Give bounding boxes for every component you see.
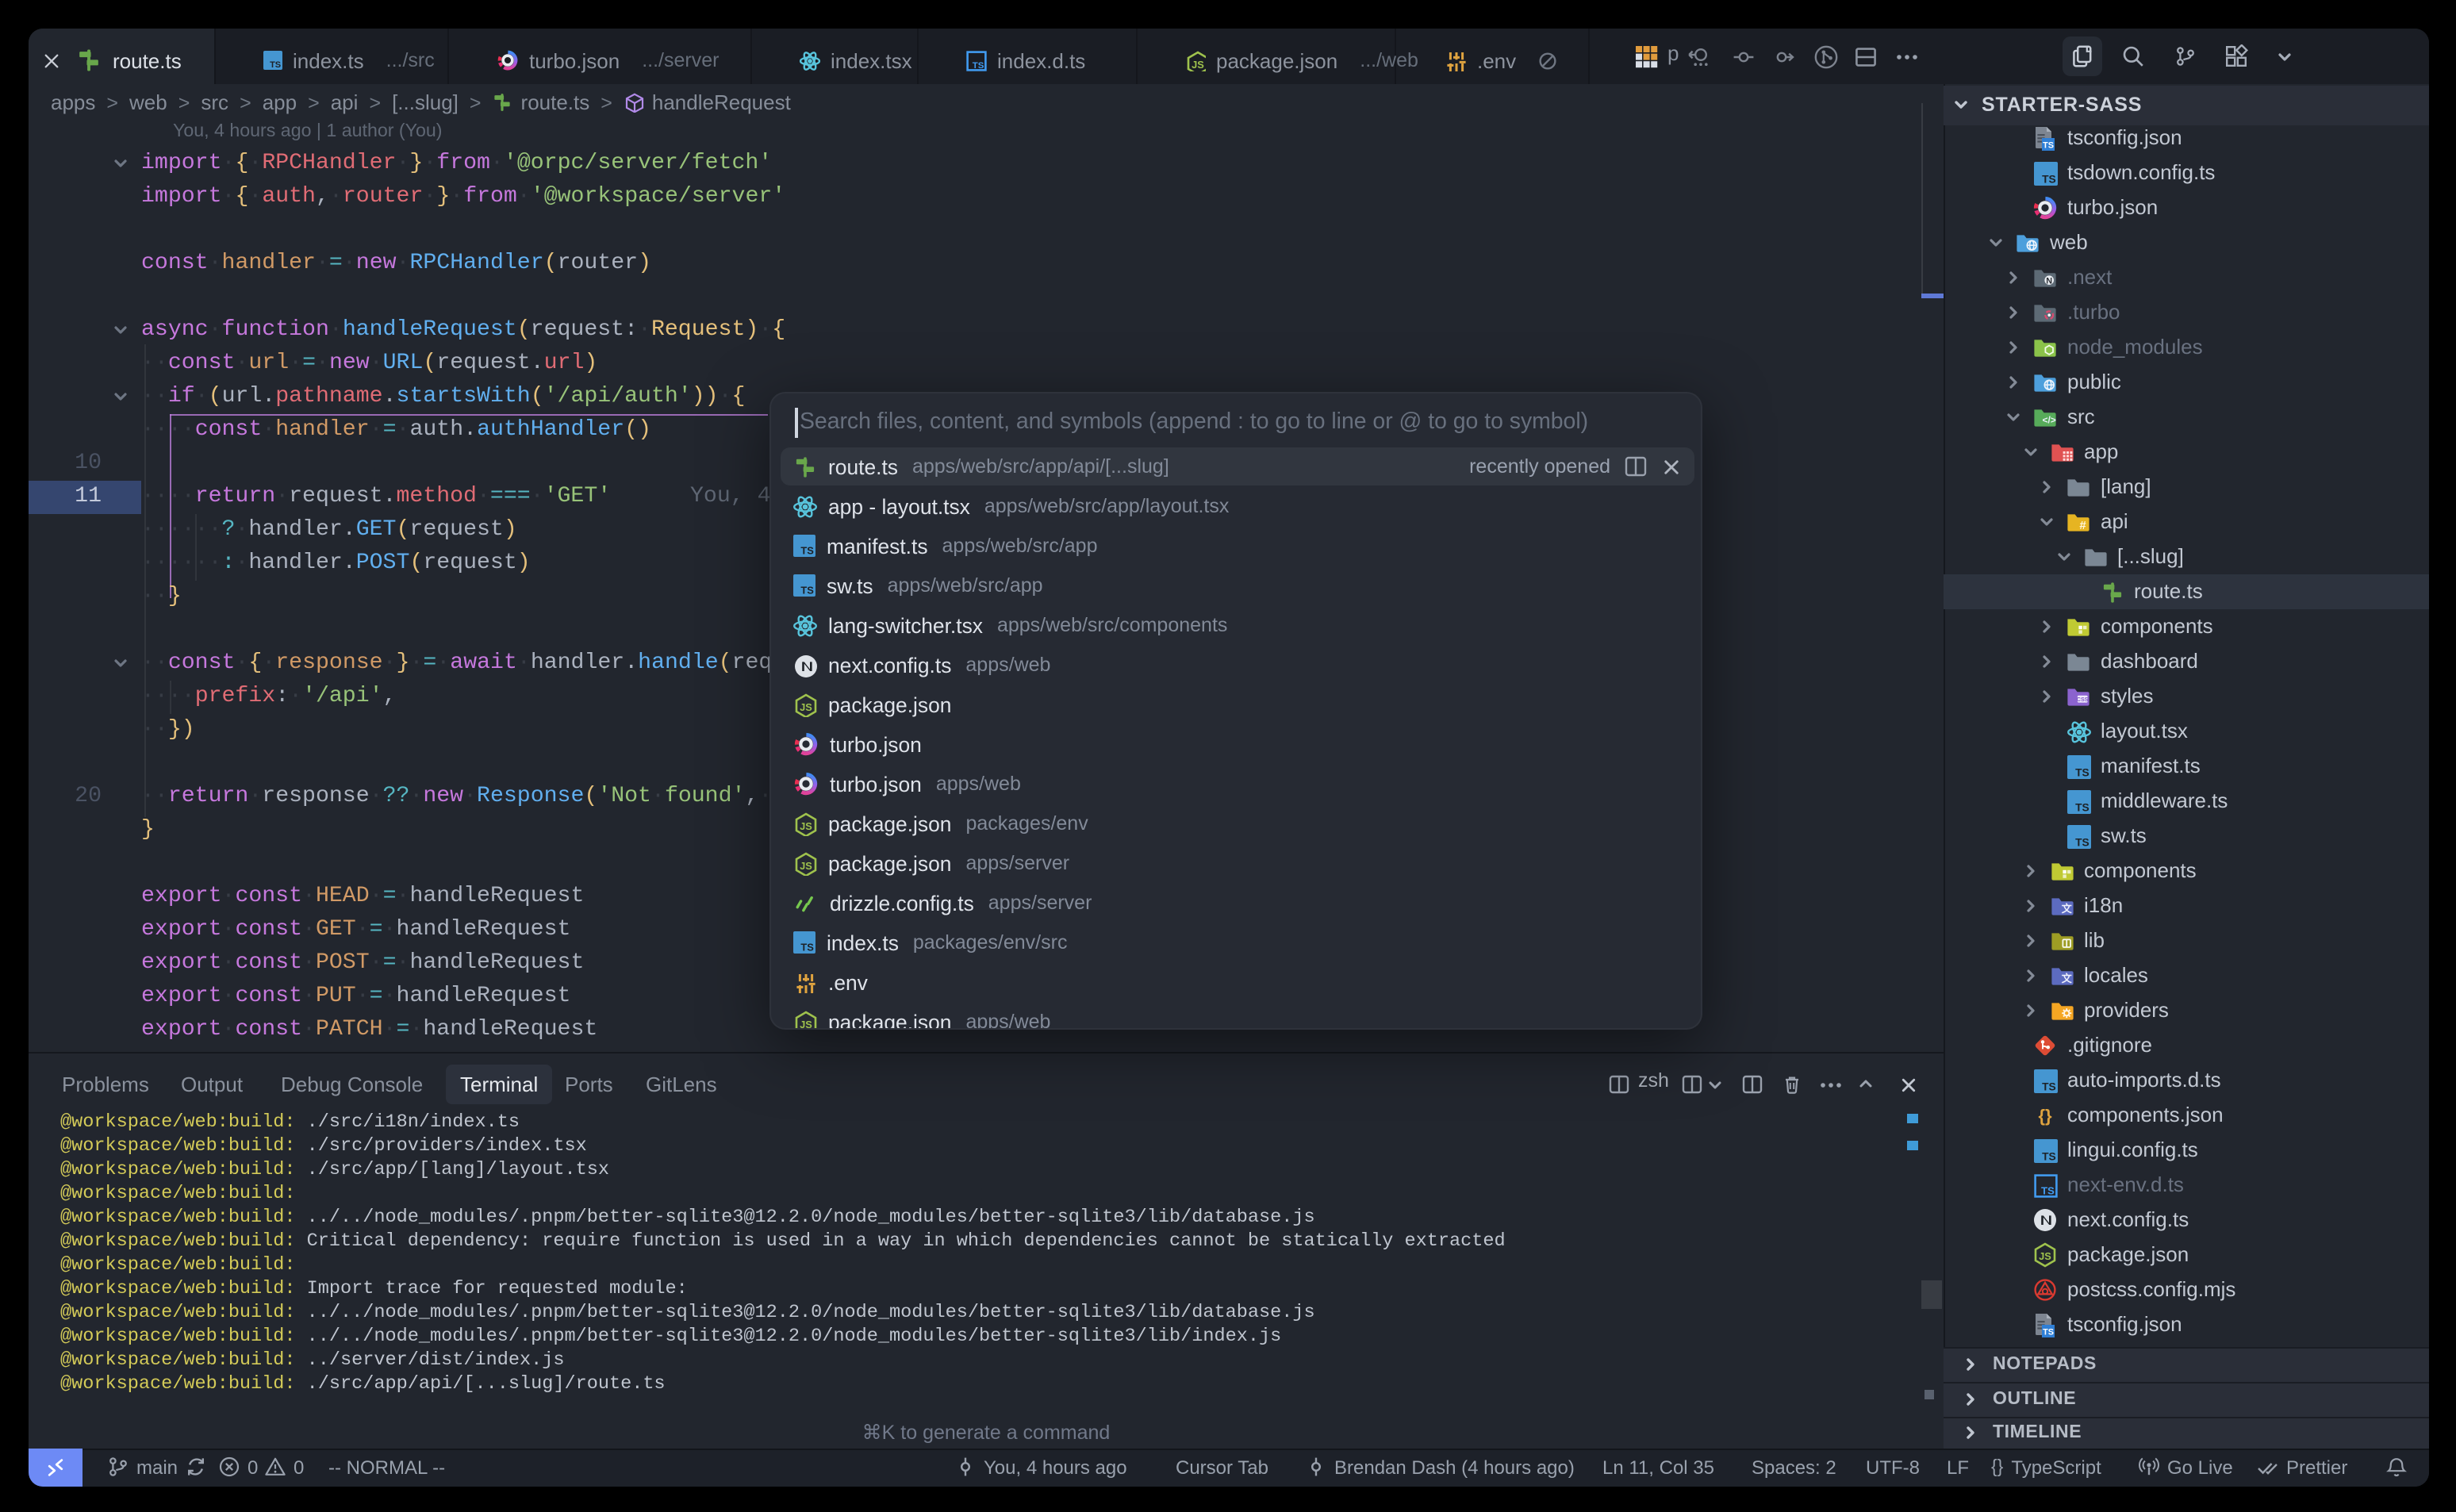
svg-text:TS: TS [2043, 1327, 2054, 1337]
svg-text:TS: TS [800, 545, 814, 557]
svg-text:</>: </> [2043, 415, 2056, 426]
svg-text:TS: TS [800, 585, 814, 597]
svg-text:TS: TS [2041, 1080, 2055, 1092]
svg-text:TS: TS [2074, 835, 2089, 847]
svg-text:JS: JS [800, 1018, 812, 1029]
svg-text:TS: TS [2041, 172, 2055, 184]
svg-text:文: 文 [2061, 903, 2072, 915]
svg-text:JS: JS [800, 859, 812, 871]
svg-text:JS: JS [1191, 58, 1203, 70]
svg-text:TS: TS [972, 60, 984, 70]
svg-text:N: N [2046, 276, 2052, 286]
svg-text:TS: TS [2074, 766, 2089, 777]
svg-text:{}: {} [2038, 1106, 2052, 1126]
svg-text:JS: JS [800, 700, 812, 712]
svg-text:JS: JS [800, 819, 812, 831]
svg-text:TS: TS [800, 942, 814, 954]
svg-text:TS: TS [2041, 1149, 2055, 1161]
svg-text:JS: JS [2039, 1250, 2051, 1262]
svg-text:TS: TS [2043, 140, 2054, 150]
svg-text:#: # [2079, 519, 2086, 532]
svg-text:TS: TS [2074, 800, 2089, 812]
svg-text:文: 文 [2061, 973, 2072, 984]
svg-text:TS: TS [269, 60, 280, 70]
svg-text:CSS: CSS [2077, 696, 2089, 703]
svg-text:TS: TS [2040, 1184, 2054, 1196]
